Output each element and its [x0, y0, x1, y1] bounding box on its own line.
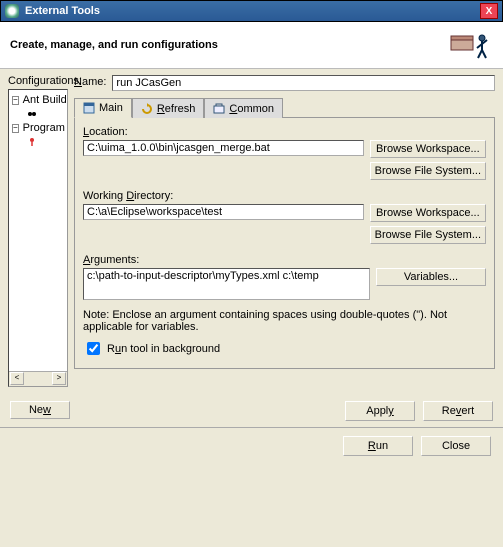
footer-apply-row: New Apply Revert	[0, 397, 503, 423]
tabs: Main Refresh Common	[74, 97, 495, 117]
scroll-right-icon[interactable]: >	[52, 372, 66, 385]
tree-item-ant[interactable]: − Ant Build	[12, 93, 64, 107]
app-icon	[5, 4, 19, 18]
tree-item-program[interactable]: − Program	[12, 121, 64, 135]
close-icon[interactable]: X	[480, 3, 498, 19]
titlebar: External Tools X	[0, 0, 503, 22]
workdir-input[interactable]	[83, 204, 364, 220]
header-text: Create, manage, and run configurations	[10, 39, 449, 51]
tab-label: Common	[229, 103, 274, 115]
tab-main-panel: Location: Browse Workspace... Browse Fil…	[74, 117, 495, 369]
browse-workspace-button[interactable]: Browse Workspace...	[370, 204, 486, 222]
run-background-checkbox[interactable]	[87, 342, 100, 355]
name-label: Name:	[74, 76, 106, 88]
workdir-label: Working Directory:	[83, 190, 486, 202]
collapse-icon[interactable]: −	[12, 96, 19, 105]
tree-sub-program[interactable]	[26, 135, 64, 149]
dialog-header: Create, manage, and run configurations	[0, 22, 503, 69]
args-input[interactable]	[83, 268, 370, 300]
scroll-left-icon[interactable]: <	[10, 372, 24, 385]
tab-label: Refresh	[157, 103, 196, 115]
run-background-label: Run tool in background	[107, 343, 220, 355]
tree-scrollbar[interactable]: < >	[9, 371, 67, 386]
program-icon	[26, 136, 38, 148]
tab-main[interactable]: Main	[74, 98, 132, 118]
browse-workspace-button[interactable]: Browse Workspace...	[370, 140, 486, 158]
ant-icon	[26, 108, 38, 120]
location-input[interactable]	[83, 140, 364, 156]
config-tree[interactable]: − Ant Build − Program	[8, 89, 68, 387]
collapse-icon[interactable]: −	[12, 124, 19, 133]
close-button[interactable]: Close	[421, 436, 491, 456]
browse-filesystem-button[interactable]: Browse File System...	[370, 226, 486, 244]
tree-label: Program	[23, 122, 65, 134]
common-tab-icon	[213, 103, 225, 115]
note-text: Note: Enclose an argument containing spa…	[83, 309, 486, 333]
tab-common[interactable]: Common	[204, 98, 283, 118]
args-label: Arguments:	[83, 254, 486, 266]
new-button[interactable]: New	[10, 401, 70, 419]
run-tool-icon	[449, 30, 493, 60]
apply-button[interactable]: Apply	[345, 401, 415, 421]
tree-label: Ant Build	[23, 94, 67, 106]
tree-sub-ant[interactable]	[26, 107, 64, 121]
revert-button[interactable]: Revert	[423, 401, 493, 421]
location-label: Location:	[83, 126, 486, 138]
config-label: Configurations:	[8, 75, 68, 87]
refresh-tab-icon	[141, 103, 153, 115]
main-tab-icon	[83, 102, 95, 114]
window-title: External Tools	[25, 5, 480, 17]
variables-button[interactable]: Variables...	[376, 268, 486, 286]
tab-refresh[interactable]: Refresh	[132, 98, 205, 118]
browse-filesystem-button[interactable]: Browse File System...	[370, 162, 486, 180]
name-input[interactable]	[112, 75, 495, 91]
tab-label: Main	[99, 102, 123, 114]
footer-run-row: Run Close	[0, 428, 503, 464]
run-button[interactable]: Run	[343, 436, 413, 456]
